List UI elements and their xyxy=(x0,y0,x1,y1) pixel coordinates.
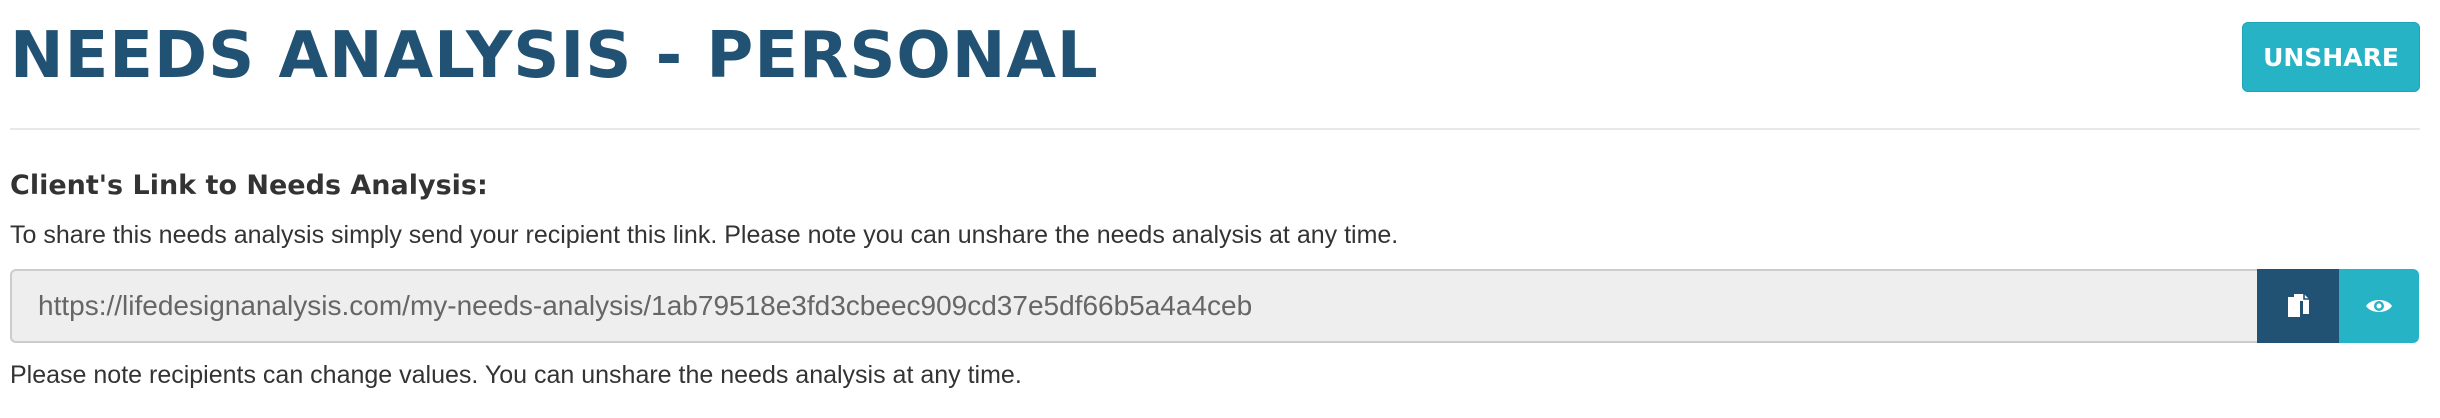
page-title: NEEDS ANALYSIS - PERSONAL xyxy=(10,19,1099,93)
eye-icon xyxy=(2365,296,2393,316)
share-link-input[interactable] xyxy=(10,269,2257,343)
share-instructions: To share this needs analysis simply send… xyxy=(10,221,1399,249)
header-divider xyxy=(10,128,2420,130)
share-link-group xyxy=(10,269,2419,343)
copy-icon xyxy=(2285,292,2311,320)
copy-link-button[interactable] xyxy=(2257,269,2339,343)
share-note: Please note recipients can change values… xyxy=(10,361,1022,389)
view-link-button[interactable] xyxy=(2339,269,2419,343)
share-link-heading: Client's Link to Needs Analysis: xyxy=(10,170,488,201)
unshare-button[interactable]: UNSHARE xyxy=(2242,22,2420,92)
